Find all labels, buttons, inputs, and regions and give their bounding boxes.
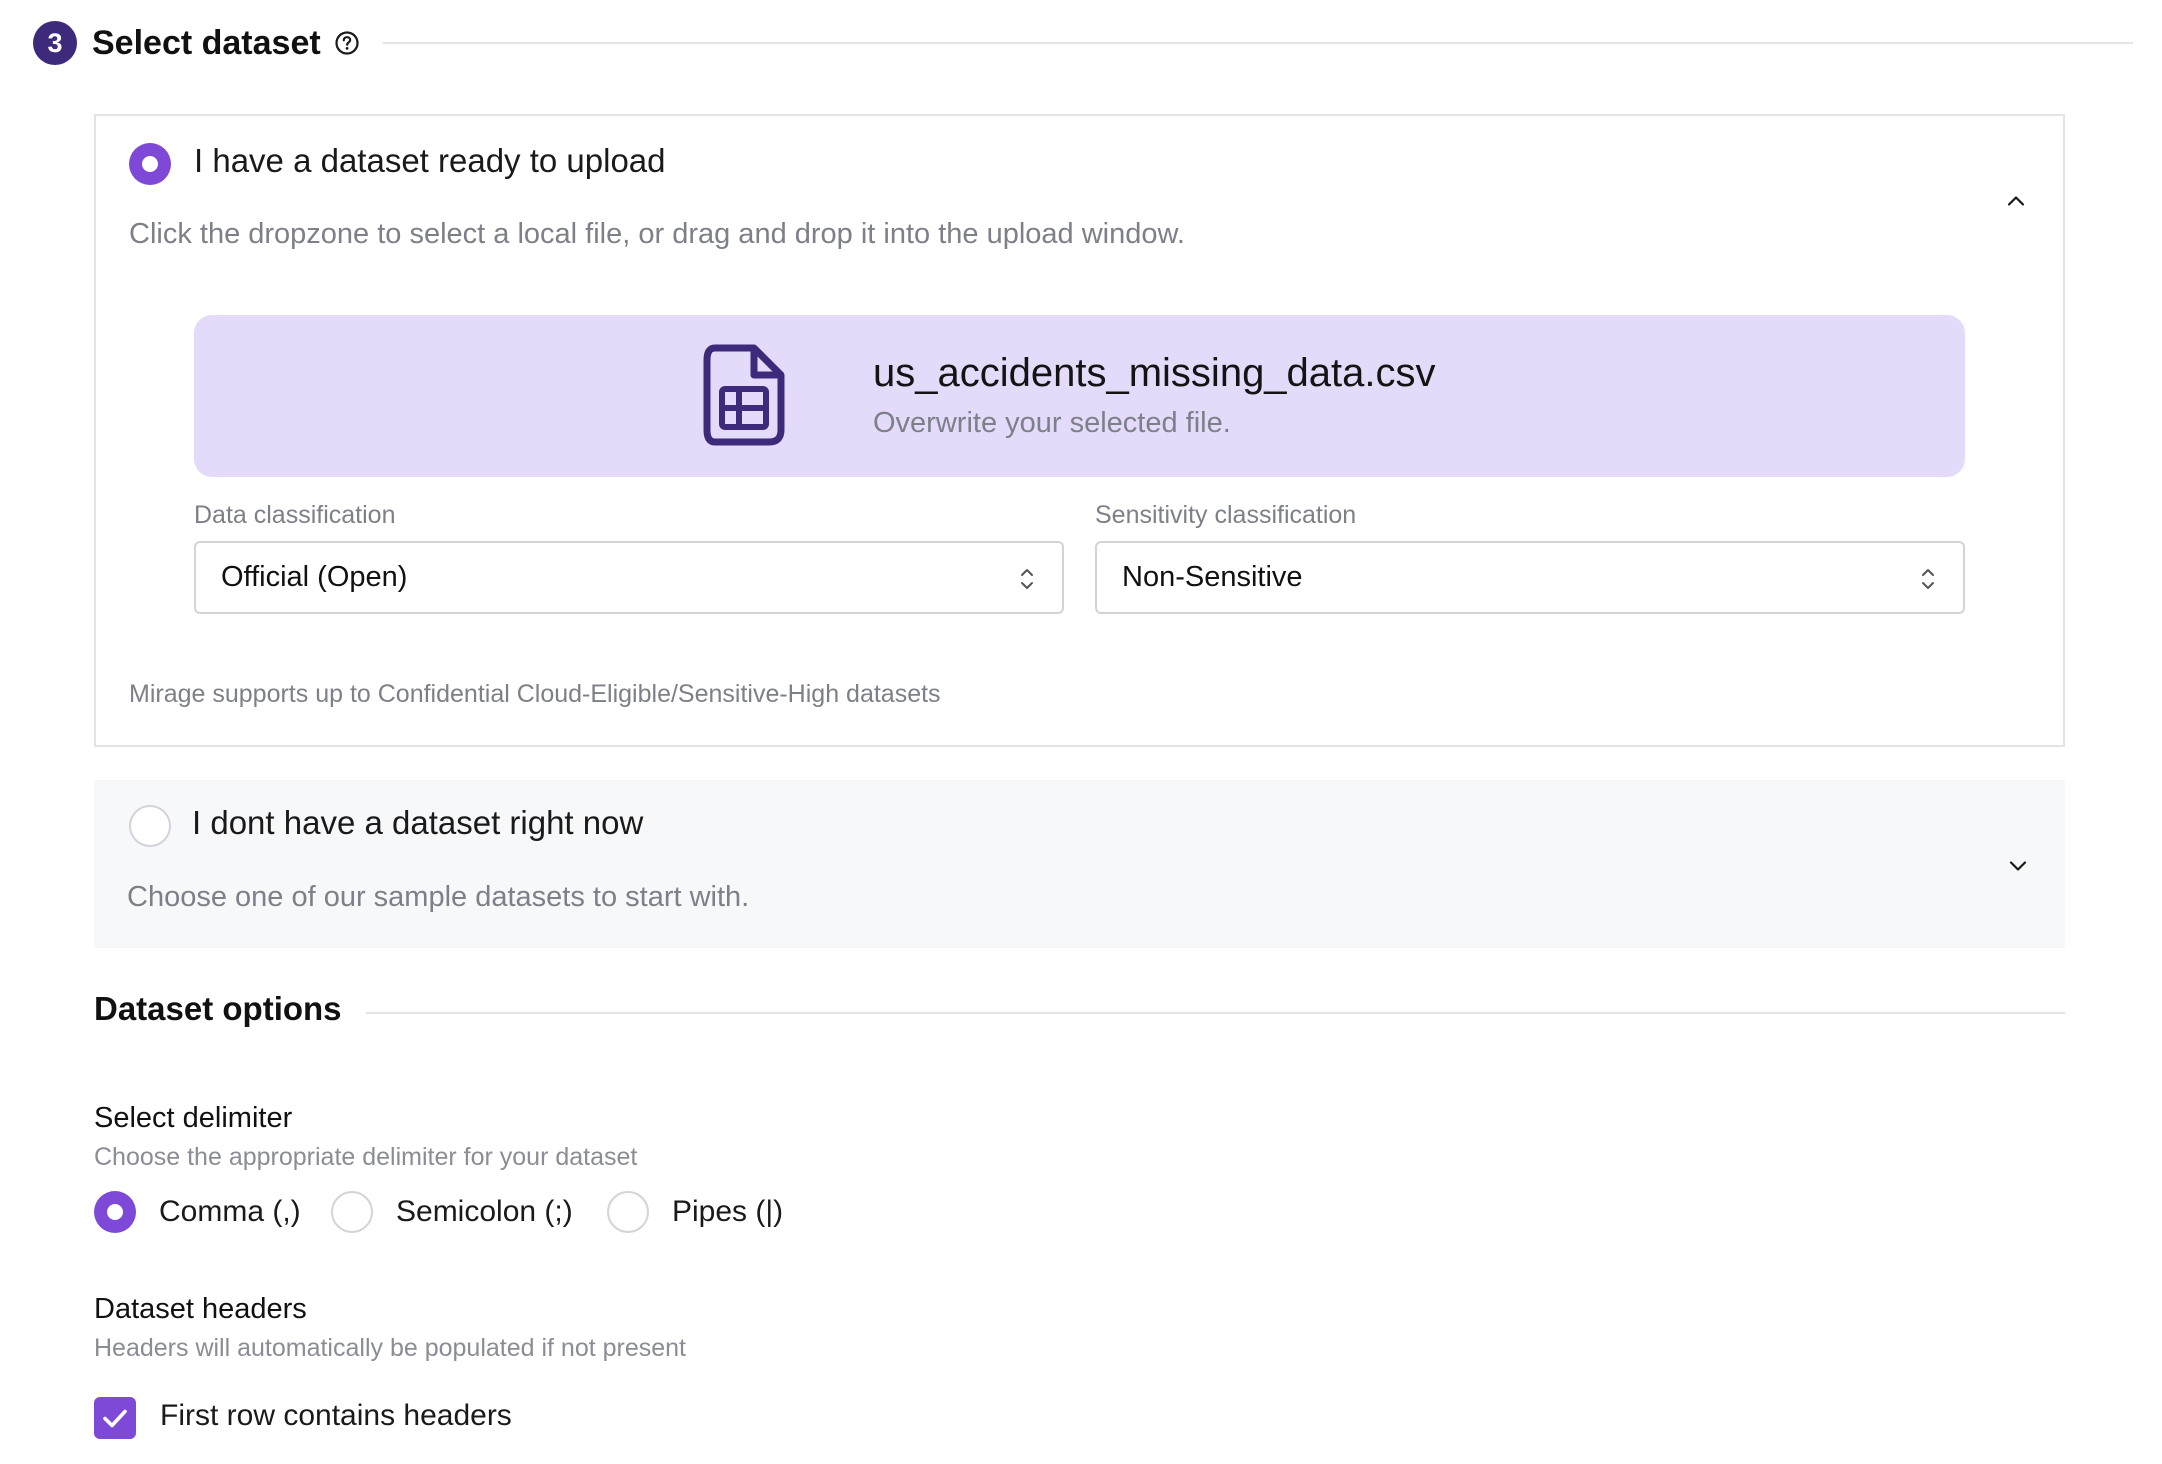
dataset-options-divider [366,1012,2065,1014]
sensitivity-classification-label: Sensitivity classification [1095,501,1357,529]
chevron-up-down-icon [1021,569,1033,589]
data-classification-label: Data classification [194,501,396,529]
chevron-up-down-icon [1922,569,1934,589]
delimiter-title: Select delimiter [94,1102,293,1134]
spreadsheet-file-icon [703,344,785,446]
step-header-divider [382,42,2133,44]
delimiter-label-pipes: Pipes (|) [672,1195,784,1228]
sample-option-title: I dont have a dataset right now [192,804,644,841]
selected-file-name: us_accidents_missing_data.csv [873,351,1436,395]
first-row-headers-checkbox[interactable] [94,1397,136,1439]
upload-option-radio[interactable] [129,143,171,185]
delimiter-option-pipes[interactable]: Pipes (|) [607,1191,783,1233]
data-classification-value: Official (Open) [221,561,408,593]
upload-dataset-option[interactable]: I have a dataset ready to upload Click t… [94,114,2065,747]
step-header: 3 Select dataset [33,21,2133,65]
chevron-down-icon[interactable] [2005,853,2031,879]
sensitivity-classification-value: Non-Sensitive [1122,561,1303,593]
delimiter-radio-semicolon[interactable] [331,1191,373,1233]
sample-dataset-option[interactable]: I dont have a dataset right now Choose o… [94,780,2065,948]
delimiter-label-comma: Comma (,) [159,1195,301,1228]
overwrite-file-hint: Overwrite your selected file. [873,407,1231,439]
support-note: Mirage supports up to Confidential Cloud… [129,680,941,708]
dataset-options-title: Dataset options [94,990,342,1027]
step-number-badge: 3 [33,21,77,65]
chevron-up-icon[interactable] [2003,188,2029,214]
sample-option-radio[interactable] [129,805,171,847]
step-title: Select dataset [92,23,321,62]
delimiter-option-comma[interactable]: Comma (,) [94,1191,301,1233]
delimiter-radio-comma[interactable] [94,1191,136,1233]
delimiter-description: Choose the appropriate delimiter for you… [94,1143,638,1171]
upload-option-title: I have a dataset ready to upload [194,142,666,179]
headers-title: Dataset headers [94,1293,307,1325]
headers-description: Headers will automatically be populated … [94,1334,687,1362]
delimiter-option-semicolon[interactable]: Semicolon (;) [331,1191,573,1233]
file-dropzone[interactable]: us_accidents_missing_data.csv Overwrite … [194,315,1965,477]
question-circle-icon[interactable] [334,30,360,56]
delimiter-radio-pipes[interactable] [607,1191,649,1233]
data-classification-select[interactable]: Official (Open) [194,541,1064,614]
upload-option-description: Click the dropzone to select a local fil… [129,218,1185,250]
delimiter-label-semicolon: Semicolon (;) [396,1195,573,1228]
first-row-headers-label[interactable]: First row contains headers [160,1399,512,1433]
checkmark-icon [103,1409,127,1428]
sample-option-description: Choose one of our sample datasets to sta… [127,881,750,913]
sensitivity-classification-select[interactable]: Non-Sensitive [1095,541,1965,614]
